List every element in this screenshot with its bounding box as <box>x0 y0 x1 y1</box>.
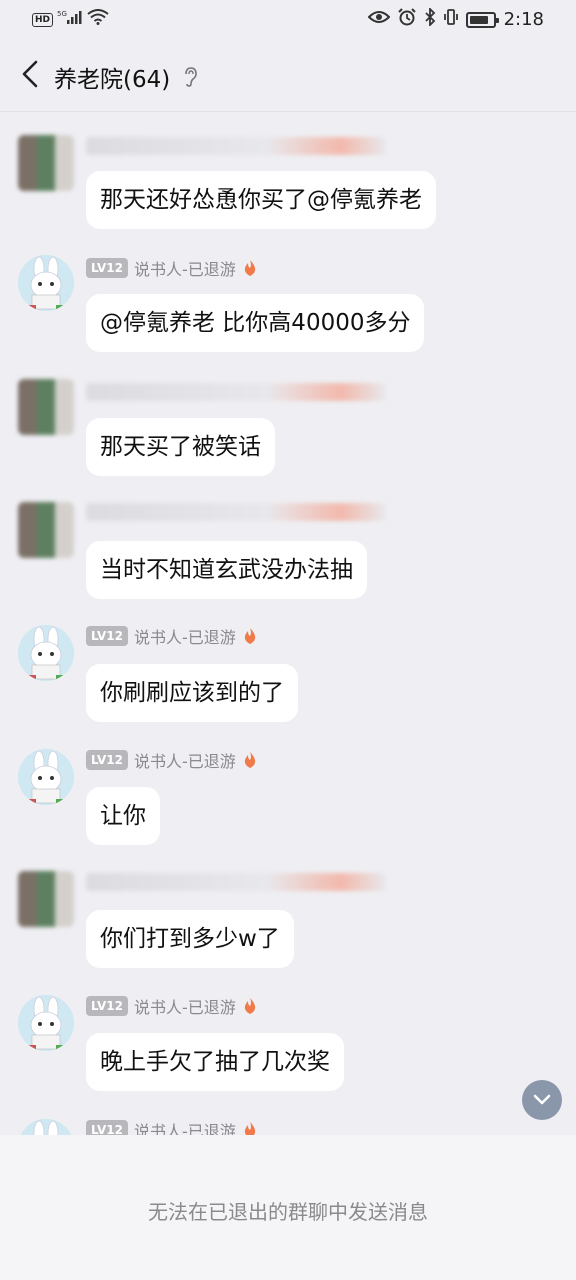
alarm-icon <box>397 8 416 31</box>
cannot-send-notice: 无法在已退出的群聊中发送消息 <box>148 1200 428 1224</box>
bunny-avatar-icon <box>18 1119 74 1135</box>
name-blur <box>86 383 386 401</box>
avatar[interactable] <box>18 871 74 927</box>
message-bubble[interactable]: 那天还好怂恿你买了@停氪养老 <box>86 171 436 229</box>
sender-name-redacted <box>86 871 386 893</box>
avatar[interactable] <box>18 135 74 191</box>
sender-name[interactable]: 说书人-已退游 <box>134 994 236 1018</box>
avatar[interactable] <box>18 502 74 558</box>
sender-info: LV12 说书人-已退游 <box>86 257 258 279</box>
sender-info: LV12 说书人-已退游 <box>86 995 258 1017</box>
bunny-avatar-icon <box>18 255 74 311</box>
status-right: 2:18 <box>367 6 544 31</box>
status-bar: HD 5G 2:18 <box>0 0 576 38</box>
level-badge: LV12 <box>86 750 128 770</box>
avatar[interactable] <box>18 625 74 681</box>
name-blur <box>86 503 386 521</box>
back-button[interactable] <box>14 56 50 92</box>
level-badge: LV12 <box>86 1120 128 1135</box>
chat-header: 养老院(64) <box>0 38 576 112</box>
avatar[interactable] <box>18 749 74 805</box>
message-bubble[interactable]: 让你 <box>86 787 160 845</box>
sender-name-redacted <box>86 501 386 523</box>
bunny-avatar-icon <box>18 625 74 681</box>
avatar[interactable] <box>18 255 74 311</box>
avatar[interactable] <box>18 379 74 435</box>
message-bubble[interactable]: 当时不知道玄武没办法抽 <box>86 541 367 599</box>
avatar[interactable] <box>18 995 74 1051</box>
status-left: HD 5G <box>32 9 109 30</box>
input-disabled-footer: 无法在已退出的群聊中发送消息 <box>0 1135 576 1280</box>
network-type: 5G <box>57 10 67 18</box>
avatar[interactable] <box>18 1119 74 1135</box>
fire-icon <box>244 998 255 1014</box>
title-group[interactable]: 养老院(64) <box>54 60 198 94</box>
vibrate-icon <box>443 8 458 31</box>
bunny-avatar-icon <box>18 995 74 1051</box>
eye-icon <box>367 9 390 30</box>
fire-icon <box>244 752 255 768</box>
fire-icon <box>244 1122 255 1135</box>
sender-name-redacted <box>86 381 386 403</box>
level-badge: LV12 <box>86 626 128 646</box>
ear-icon[interactable] <box>182 66 198 88</box>
fire-icon <box>244 260 255 276</box>
level-badge: LV12 <box>86 996 128 1016</box>
clock-time: 2:18 <box>503 9 544 30</box>
message-bubble[interactable]: 晚上手欠了抽了几次奖 <box>86 1033 344 1091</box>
level-badge: LV12 <box>86 258 128 278</box>
message-list[interactable]: 那天还好怂恿你买了@停氪养老 LV12 说书人-已退游 @停氪养老 比你高400… <box>0 113 576 1135</box>
name-blur <box>86 137 386 155</box>
bunny-avatar-icon <box>18 749 74 805</box>
sender-info: LV12 说书人-已退游 <box>86 625 258 647</box>
message-bubble[interactable]: 你刷刷应该到的了 <box>86 664 298 722</box>
chevron-down-icon <box>533 1094 551 1105</box>
message-bubble[interactable]: 那天买了被笑话 <box>86 418 275 476</box>
hd-badge: HD <box>32 12 54 27</box>
sender-name[interactable]: 说书人-已退游 <box>134 256 236 280</box>
chevron-left-icon <box>22 60 38 88</box>
sender-name[interactable]: 说书人-已退游 <box>134 624 236 648</box>
battery-icon <box>465 11 499 28</box>
sender-name[interactable]: 说书人-已退游 <box>134 1118 236 1135</box>
message-bubble[interactable]: 你们打到多少w了 <box>86 910 294 968</box>
scroll-to-bottom-button[interactable] <box>522 1080 562 1120</box>
bluetooth-icon <box>424 6 436 31</box>
sender-name[interactable]: 说书人-已退游 <box>134 748 236 772</box>
fire-icon <box>244 628 255 644</box>
sender-info: LV12 说书人-已退游 <box>86 1119 258 1135</box>
sender-info: LV12 说书人-已退游 <box>86 749 258 771</box>
sender-name-redacted <box>86 135 386 157</box>
name-blur <box>86 873 386 891</box>
group-title: 养老院(64) <box>54 67 171 93</box>
message-bubble[interactable]: @停氪养老 比你高40000多分 <box>86 294 425 352</box>
wifi-icon <box>87 9 109 30</box>
signal-icon: 5G <box>57 9 83 30</box>
